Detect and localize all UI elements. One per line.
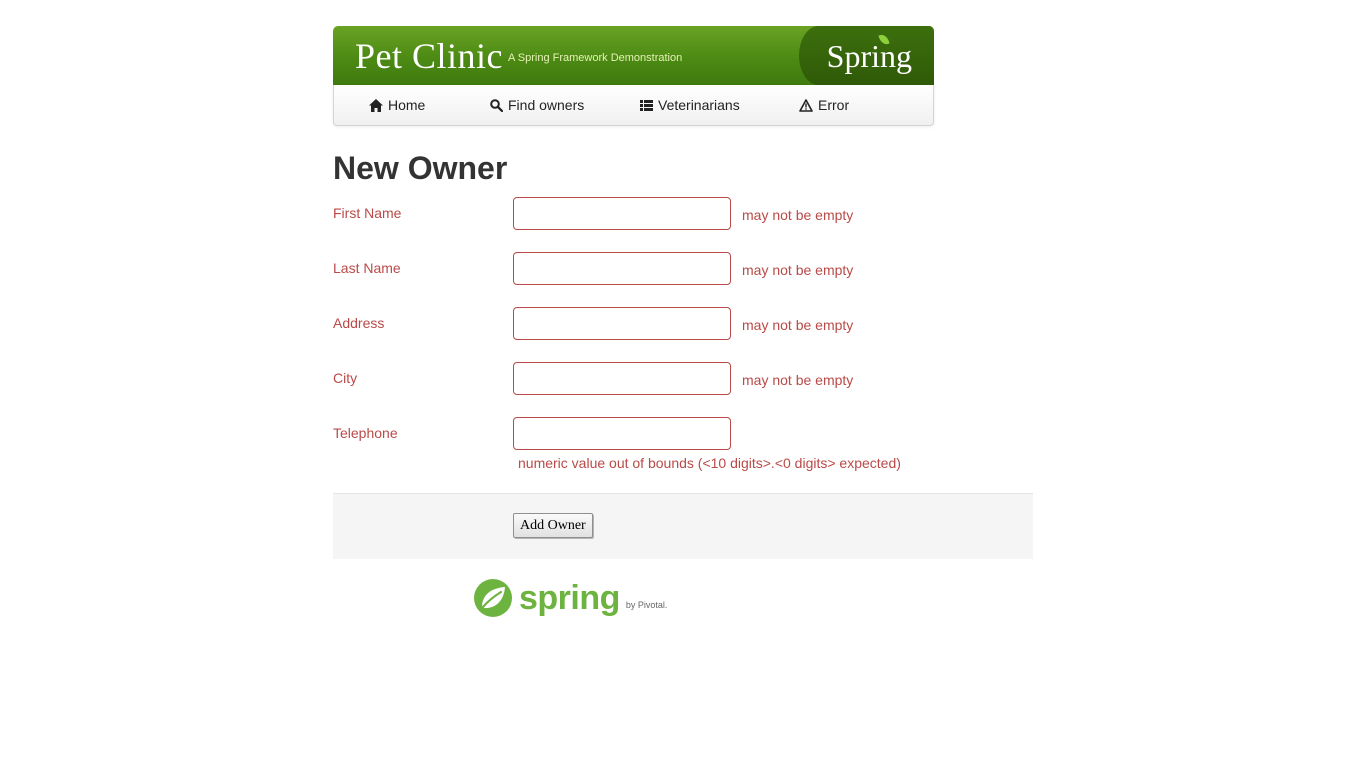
main-nav: Home Find owners Veterinarians Error — [333, 85, 934, 126]
telephone-label: Telephone — [333, 425, 398, 441]
form-row-first-name: First Name may not be empty — [333, 197, 1033, 237]
page-title: New Owner — [333, 150, 508, 186]
nav-error[interactable]: Error — [799, 85, 849, 125]
header-banner: Pet Clinic A Spring Framework Demonstrat… — [333, 26, 934, 85]
spring-brand-logo: Spring — [826, 38, 912, 74]
first-name-label: First Name — [333, 205, 402, 221]
app-title: Pet Clinic — [355, 36, 503, 76]
address-label: Address — [333, 315, 385, 331]
list-icon — [640, 99, 653, 111]
form-row-telephone: Telephone numeric value out of bounds (<… — [333, 417, 1033, 471]
form-row-last-name: Last Name may not be empty — [333, 252, 1033, 292]
form-row-address: Address may not be empty — [333, 307, 1033, 347]
nav-home[interactable]: Home — [369, 85, 425, 125]
search-icon — [490, 98, 503, 112]
first-name-field[interactable] — [513, 197, 731, 230]
footer-spring-logo: spring by Pivotal. — [473, 578, 667, 618]
form-row-city: City may not be empty — [333, 362, 1033, 402]
first-name-error: may not be empty — [742, 207, 854, 223]
last-name-label: Last Name — [333, 260, 401, 276]
last-name-error: may not be empty — [742, 262, 854, 278]
warning-icon — [799, 98, 813, 112]
telephone-field[interactable] — [513, 417, 731, 450]
nav-error-label: Error — [818, 97, 850, 113]
city-field[interactable] — [513, 362, 731, 395]
nav-veterinarians[interactable]: Veterinarians — [640, 85, 740, 125]
add-owner-button[interactable]: Add Owner — [513, 513, 593, 538]
app-subtitle: A Spring Framework Demonstration — [508, 52, 683, 64]
nav-home-label: Home — [388, 97, 426, 113]
home-icon — [369, 98, 383, 112]
pivotal-byline: by Pivotal. — [625, 600, 668, 610]
city-label: City — [333, 370, 358, 386]
page-container: Pet Clinic A Spring Framework Demonstrat… — [333, 26, 1033, 617]
address-field[interactable] — [513, 307, 731, 340]
city-error: may not be empty — [742, 372, 854, 388]
spring-leaf-logo-icon — [473, 578, 513, 618]
nav-veterinarians-label: Veterinarians — [658, 97, 740, 113]
spring-logo-word: spring — [519, 579, 620, 617]
address-error: may not be empty — [742, 317, 854, 333]
nav-find-owners-label: Find owners — [508, 97, 585, 113]
telephone-error: numeric value out of bounds (<10 digits>… — [518, 455, 901, 471]
last-name-field[interactable] — [513, 252, 731, 285]
nav-find-owners[interactable]: Find owners — [490, 85, 584, 125]
form-actions: Add Owner — [333, 493, 1033, 559]
